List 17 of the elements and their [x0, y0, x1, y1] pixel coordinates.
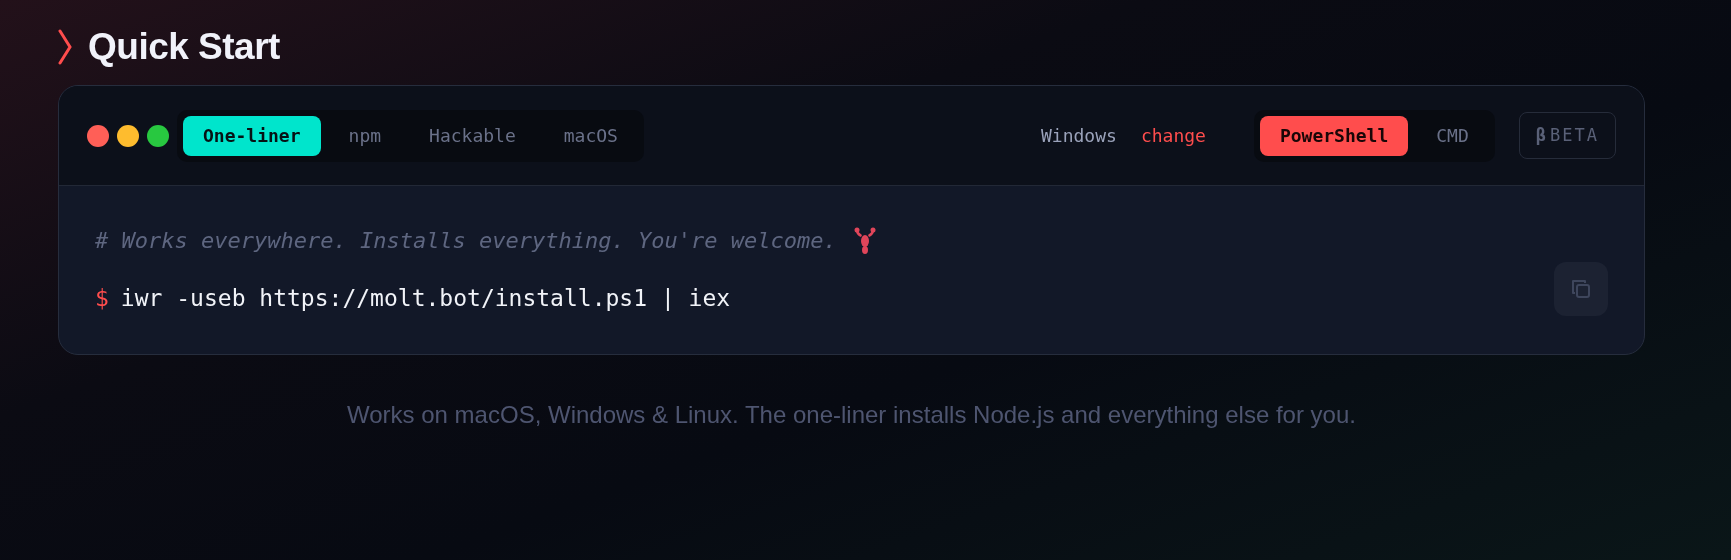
tab[interactable]: macOS — [543, 115, 638, 156]
command-line: $ iwr -useb https://molt.bot/install.ps1 | iex — [95, 284, 732, 313]
section-title: Quick Start — [88, 28, 280, 65]
window-control-dot[interactable] — [117, 124, 139, 147]
os-label: Windows — [1041, 124, 1117, 148]
window-control-dot[interactable] — [87, 124, 109, 147]
tab[interactable]: Hackable — [409, 115, 536, 156]
change-link[interactable]: change — [1140, 122, 1206, 149]
window-control-dot[interactable] — [147, 124, 169, 147]
code-comment: # Works everywhere. Installs everything. You're welcome. — [95, 227, 837, 255]
tab[interactable]: npm — [328, 115, 402, 156]
shell-tab[interactable]: CMD — [1416, 115, 1489, 156]
beta-badge: β BETA — [1518, 111, 1616, 160]
tab[interactable]: One-liner — [183, 115, 321, 156]
chevron-icon — [58, 28, 72, 65]
shell-tab[interactable]: PowerShell — [1259, 115, 1409, 156]
footnote-text: Works on macOS, Windows & Linux. The one-liner installs Node.js and everything else for you. — [346, 399, 1357, 430]
